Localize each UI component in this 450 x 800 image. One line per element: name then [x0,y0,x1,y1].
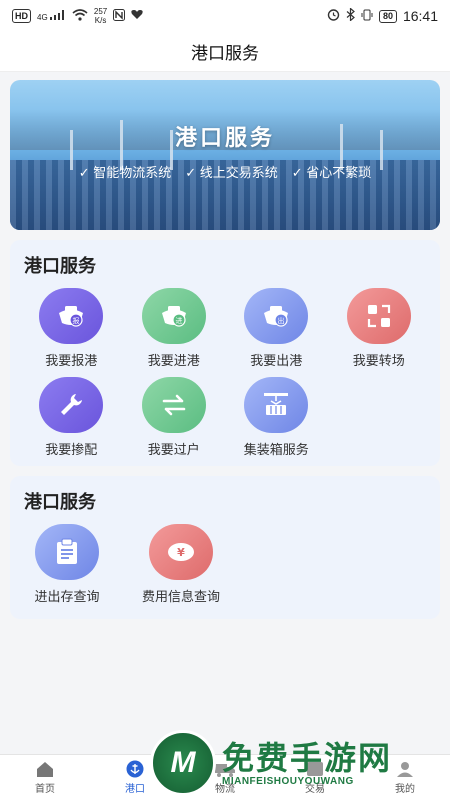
yuan-coin-icon: ¥ [149,524,213,580]
banner-tag: ✓ 线上交易系统 [185,165,278,180]
service-label: 我要报港 [45,353,98,368]
vibrate-icon [361,9,373,24]
port-services-card: 港口服务 报 我要报港 进 我要进港 出 我要出港 我要转场 我要掺配 我要过户… [10,240,440,466]
service-enter-port[interactable]: 进 我要进港 [123,288,226,369]
status-bar: HD 4G 257 K/s 80 16:41 [0,0,450,32]
ship-report-icon: 报 [39,288,104,344]
section-title: 港口服务 [24,256,96,276]
navbar: 港口服务 [0,32,450,72]
service-container[interactable]: 集装箱服务 [225,377,328,458]
service-label: 集装箱服务 [243,442,309,457]
section-title: 港口服务 [24,492,96,512]
clock: 16:41 [402,8,438,24]
clipboard-icon [35,524,99,580]
service-inventory-query[interactable]: 进出存查询 [20,524,114,605]
watermark-logo: M [150,730,216,796]
wrench-icon [39,377,104,433]
page-title: 港口服务 [191,44,259,63]
hero-banner[interactable]: 港口服务 ✓ 智能物流系统 ✓ 线上交易系统 ✓ 省心不繁琐 [10,80,440,230]
nfc-icon [113,8,126,24]
tab-home[interactable]: 首页 [0,755,90,800]
service-fee-query[interactable]: ¥ 费用信息查询 [134,524,228,605]
service-grid: 报 我要报港 进 我要进港 出 我要出港 我要转场 我要掺配 我要过户 集装箱服… [20,288,430,458]
network-speed: 257 K/s [93,7,108,25]
user-icon [397,762,413,777]
svg-text:出: 出 [278,316,285,325]
anchor-icon [126,760,144,778]
svg-text:报: 报 [73,316,80,325]
service-exit-port[interactable]: 出 我要出港 [225,288,328,369]
tab-label: 首页 [35,784,55,795]
alarm-icon [327,8,340,24]
service-report-port[interactable]: 报 我要报港 [20,288,123,369]
service-transfer[interactable]: 我要转场 [328,288,431,369]
site-watermark: M 免费手游网 MIANFEISHOUYOUWANG [150,730,392,796]
container-crane-icon [244,377,309,433]
watermark-text-cn: 免费手游网 [222,739,393,776]
watermark-text: 免费手游网 MIANFEISHOUYOUWANG [222,740,392,787]
service-ownership-transfer[interactable]: 我要过户 [123,377,226,458]
service-label: 我要过户 [147,442,200,457]
main-content: 港口服务 ✓ 智能物流系统 ✓ 线上交易系统 ✓ 省心不繁琐 港口服务 报 我要… [0,80,450,749]
svg-text:¥: ¥ [177,546,185,559]
ship-enter-icon: 进 [141,288,206,344]
service-label: 费用信息查询 [141,589,220,604]
battery-indicator: 80 [378,9,397,23]
service-label: 进出存查询 [34,589,100,604]
service-label: 我要出港 [250,353,303,368]
query-grid: 进出存查询 ¥ 费用信息查询 [20,524,430,605]
signal-icon: 4G [37,10,66,22]
service-blend[interactable]: 我要掺配 [20,377,123,458]
wifi-icon [72,8,88,24]
service-label: 我要掺配 [45,442,98,457]
swap-arrows-icon [141,377,206,433]
service-label: 我要进港 [147,353,200,368]
heart-icon [131,9,143,23]
watermark-text-en: MIANFEISHOUYOUWANG [222,775,354,787]
service-label: 我要转场 [352,353,405,368]
banner-tags: ✓ 智能物流系统 ✓ 线上交易系统 ✓ 省心不繁琐 [10,162,440,181]
tab-label: 我的 [395,784,415,795]
query-services-card: 港口服务 进出存查询 ¥ 费用信息查询 [10,476,440,619]
banner-tag: ✓ 省心不繁琐 [291,165,372,180]
home-icon [37,762,53,777]
svg-text:进: 进 [175,317,182,325]
transfer-icon [346,288,411,344]
hd-badge: HD [12,9,31,23]
banner-tag: ✓ 智能物流系统 [78,165,172,180]
banner-title: 港口服务 [174,125,275,150]
tab-label: 港口 [125,784,145,795]
ship-exit-icon: 出 [244,288,309,344]
bluetooth-icon [346,7,355,24]
